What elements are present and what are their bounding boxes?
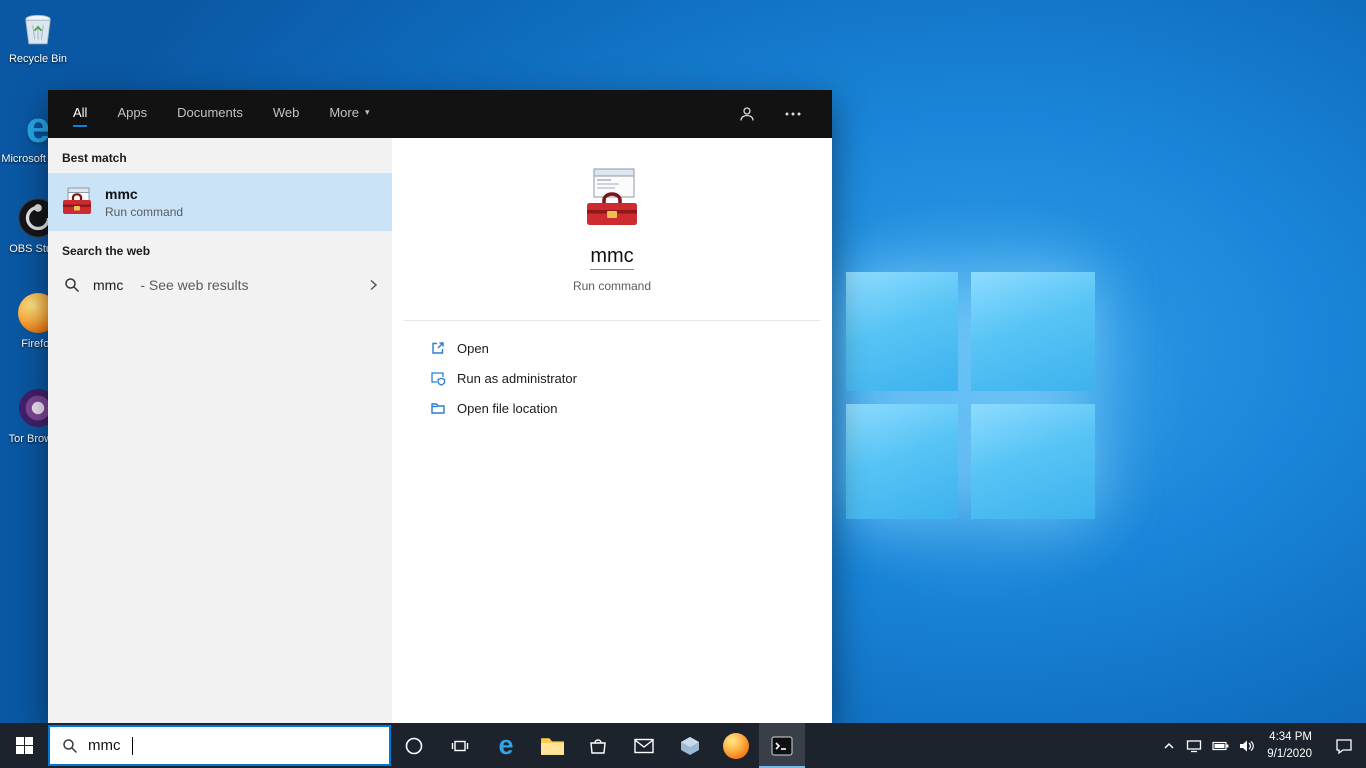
web-search-result[interactable]: mmc - See web results [48, 266, 392, 304]
volume-icon [1238, 739, 1255, 753]
store-icon [588, 736, 608, 756]
mail-icon [634, 738, 654, 754]
folder-location-icon [430, 400, 446, 416]
web-suffix: - See web results [140, 277, 249, 293]
best-match-result[interactable]: mmc Run command [48, 173, 392, 231]
file-explorer-icon [540, 735, 565, 756]
user-icon[interactable] [738, 105, 756, 123]
tab-label: Documents [177, 105, 243, 120]
tab-documents[interactable]: Documents [177, 101, 243, 127]
mmc-toolbox-large-icon [581, 166, 643, 228]
mail-button[interactable] [621, 723, 667, 768]
network-tray-button[interactable] [1181, 723, 1207, 768]
windows-logo-pane [846, 404, 958, 519]
preview-subtitle: Run command [572, 279, 652, 293]
desktop-icon-label: Recycle Bin [8, 53, 68, 65]
clock-date: 9/1/2020 [1267, 747, 1312, 760]
tab-label: More [329, 105, 359, 120]
windows-logo-pane [846, 272, 958, 391]
tab-more[interactable]: More ▾ [329, 101, 369, 127]
recycle-bin-icon [0, 6, 76, 50]
file-explorer-button[interactable] [529, 723, 575, 768]
task-view-icon [450, 736, 470, 756]
task-view-button[interactable] [437, 723, 483, 768]
action-center-button[interactable] [1322, 723, 1366, 768]
action-label: Open [457, 340, 489, 356]
desktop-icon-recycle-bin[interactable]: Recycle Bin [0, 6, 76, 67]
tab-web[interactable]: Web [273, 101, 300, 127]
wallpaper-windows-logo [846, 272, 1095, 519]
action-label: Run as administrator [457, 370, 577, 386]
ellipsis-icon[interactable] [784, 111, 802, 117]
tab-label: Apps [117, 105, 148, 120]
command-prompt-button[interactable] [759, 723, 805, 768]
network-icon [1186, 739, 1202, 753]
chevron-up-icon [1162, 739, 1176, 753]
web-query: mmc [93, 277, 124, 293]
command-prompt-icon [771, 736, 793, 756]
taskbar: mmc e 4:34 PM 9/1/2020 [0, 723, 1366, 768]
chevron-right-icon[interactable] [366, 278, 380, 292]
section-label-best-match: Best match [62, 151, 127, 165]
taskbar-search-input[interactable]: mmc [48, 725, 391, 766]
action-label: Open file location [457, 400, 558, 416]
search-panel-header: All Apps Documents Web More ▾ [48, 90, 832, 138]
preview-title: mmc [590, 245, 634, 270]
search-panel: All Apps Documents Web More ▾ Best match… [48, 90, 832, 723]
search-icon [62, 738, 78, 754]
edge-taskbar-button[interactable]: e [483, 723, 529, 768]
microsoft-store-button[interactable] [575, 723, 621, 768]
firefox-icon [723, 732, 749, 759]
tab-label: Web [272, 105, 300, 120]
start-button[interactable] [0, 723, 48, 768]
firefox-taskbar-button[interactable] [713, 723, 759, 768]
action-center-icon [1335, 738, 1353, 754]
tab-apps[interactable]: Apps [117, 101, 147, 127]
action-open[interactable]: Open [430, 333, 832, 363]
best-match-subtitle: Run command [105, 204, 184, 219]
cortana-icon [404, 736, 424, 756]
tab-all[interactable]: All [73, 101, 88, 127]
windows-logo-pane [971, 404, 1095, 519]
taskbar-clock[interactable]: 4:34 PM 9/1/2020 [1259, 723, 1322, 768]
mmc-toolbox-icon [61, 186, 93, 218]
start-icon [15, 737, 33, 754]
search-results-column: Best match mmc Run command Search the we… [48, 138, 392, 723]
search-icon [64, 277, 80, 293]
action-run-as-administrator[interactable]: Run as administrator [430, 363, 832, 393]
cortana-button[interactable] [391, 723, 437, 768]
search-panel-body: Best match mmc Run command Search the we… [48, 138, 832, 723]
shield-admin-icon [430, 370, 446, 386]
text-caret [131, 736, 133, 755]
search-header-actions [738, 105, 832, 123]
cube-app-icon [679, 735, 701, 757]
volume-tray-button[interactable] [1233, 723, 1259, 768]
best-match-title: mmc [105, 185, 138, 202]
clock-time: 4:34 PM [1269, 730, 1312, 743]
tray-expand-button[interactable] [1157, 723, 1181, 768]
taskbar-spacer [805, 723, 1157, 768]
section-label-search-the-web: Search the web [62, 244, 151, 258]
chevron-down-icon: ▾ [364, 107, 370, 117]
pinned-app-button[interactable] [667, 723, 713, 768]
open-icon [430, 340, 446, 356]
search-input-value: mmc [88, 737, 121, 754]
preview-actions: Open Run as administrator Open file loca… [392, 321, 832, 423]
preview-pane: mmc Run command Open Run as administrato… [392, 138, 832, 723]
action-open-file-location[interactable]: Open file location [430, 393, 832, 423]
battery-tray-button[interactable] [1207, 723, 1233, 768]
edge-icon: e [498, 730, 514, 760]
tab-label: All [73, 105, 88, 120]
battery-icon [1212, 740, 1229, 752]
windows-logo-pane [971, 272, 1095, 391]
